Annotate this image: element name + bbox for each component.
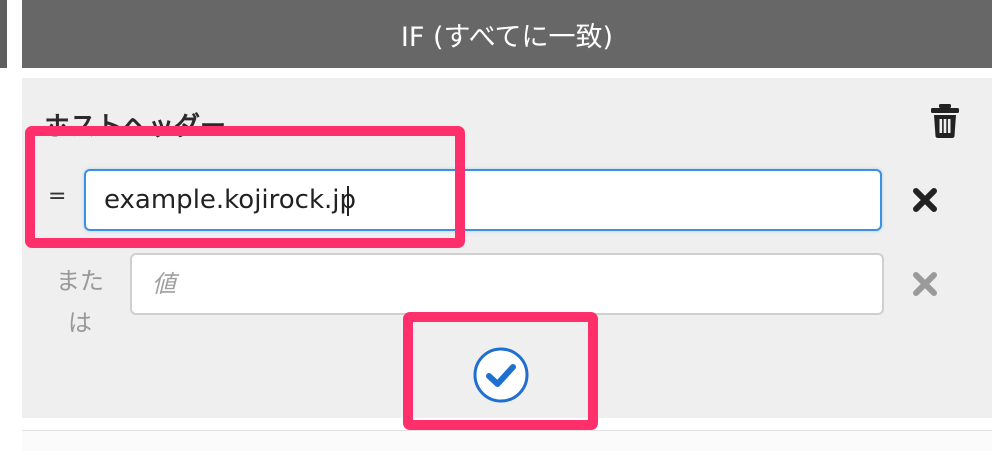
or-label: または: [56, 267, 104, 337]
operator-equals: =: [48, 184, 67, 209]
x-icon[interactable]: [912, 187, 938, 213]
rule-panel: ホストヘッダー = または: [22, 78, 992, 418]
next-panel-edge: [22, 430, 992, 451]
text-caret: [347, 186, 349, 216]
condition-header: IF (すべてに一致): [22, 0, 992, 68]
left-panel-edge: [0, 0, 7, 68]
rule-title: ホストヘッダー: [44, 112, 227, 142]
trash-icon[interactable]: [930, 104, 960, 138]
alt-value-input[interactable]: [130, 253, 884, 315]
host-value-input[interactable]: [84, 169, 882, 231]
check-circle-icon[interactable]: [472, 346, 530, 404]
x-icon[interactable]: [912, 271, 938, 297]
condition-header-title: IF (すべてに一致): [400, 21, 614, 53]
